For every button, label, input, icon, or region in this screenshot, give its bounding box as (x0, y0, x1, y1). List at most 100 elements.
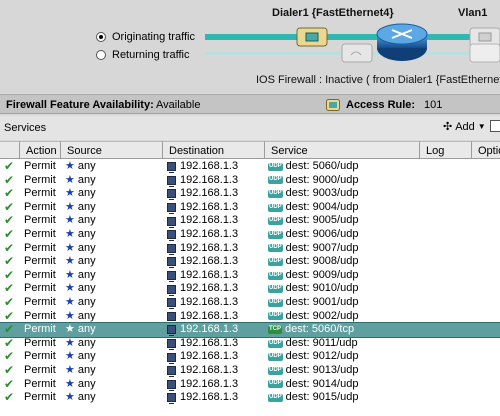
service-text: dest: 5060/tcp (285, 323, 355, 336)
source-cell: ★ any (65, 174, 96, 188)
destination-cell: 192.168.1.3 (167, 214, 238, 228)
service-cell: UDP dest: 9011/udp (268, 337, 358, 351)
star-icon: ★ (65, 241, 75, 254)
table-row[interactable]: ✔ Permit ★ any 192.168.1.3 UDP dest: 9006/udp (0, 227, 500, 242)
source-cell: ★ any (65, 242, 96, 256)
column-header-log[interactable]: Log (420, 141, 472, 159)
pc-icon (167, 366, 176, 378)
check-icon: ✔ (4, 308, 15, 323)
destination-cell: 192.168.1.3 (167, 242, 238, 256)
source-cell: ★ any (65, 282, 96, 296)
originating-flow-line (205, 34, 500, 40)
traffic-diagram: Dialer1 {FastEthernet4} Vlan1 Originatin… (0, 0, 500, 93)
source-text: any (77, 268, 96, 281)
destination-cell: 192.168.1.3 (167, 201, 238, 215)
access-rule-icon (326, 99, 340, 111)
pc-icon (167, 325, 176, 337)
source-cell: ★ any (65, 296, 96, 310)
pc-icon (167, 271, 176, 283)
table-row[interactable]: ✔ Permit ★ any 192.168.1.3 UDP dest: 9005/udp (0, 214, 500, 228)
service-text: dest: 9015/udp (285, 391, 359, 404)
source-text: any (77, 187, 96, 200)
check-icon: ✔ (4, 213, 15, 228)
service-text: dest: 9014/udp (285, 377, 359, 390)
protocol-icon: UDP (268, 298, 283, 307)
service-text: dest: 9013/udp (285, 364, 359, 376)
protocol-icon: UDP (268, 217, 283, 226)
column-header-service[interactable]: Service (265, 141, 420, 159)
star-icon: ★ (65, 377, 75, 390)
destination-text: 192.168.1.3 (180, 296, 239, 308)
protocol-icon: UDP (268, 393, 283, 402)
table-row[interactable]: ✔ Permit ★ any 192.168.1.3 UDP dest: 5060/udp (0, 159, 500, 174)
source-cell: ★ any (65, 201, 96, 215)
table-row[interactable]: ✔ Permit ★ any 192.168.1.3 UDP dest: 9009/udp (0, 268, 500, 283)
table-row[interactable]: ✔ Permit ★ any 192.168.1.3 UDP dest: 9015/udp (0, 391, 500, 405)
firewall-status-text: IOS Firewall : Inactive ( from Dialer1 {… (256, 74, 500, 86)
column-header-status[interactable] (0, 141, 20, 159)
table-row[interactable]: ✔ Permit ★ any 192.168.1.3 UDP dest: 9010/udp (0, 282, 500, 296)
table-row[interactable]: ✔ Permit ★ any 192.168.1.3 UDP dest: 9011/udp (0, 336, 500, 351)
pc-icon (167, 284, 176, 296)
protocol-icon: UDP (268, 162, 283, 171)
protocol-icon: UDP (268, 312, 283, 321)
edit-icon[interactable] (490, 120, 500, 132)
check-icon: ✔ (4, 172, 15, 187)
table-row[interactable]: ✔ Permit ★ any 192.168.1.3 TCP dest: 5060/tcp (0, 322, 500, 338)
destination-cell: 192.168.1.3 (167, 310, 238, 324)
action-cell: Permit (24, 323, 56, 336)
star-icon: ★ (65, 323, 75, 336)
add-button[interactable]: ✣ Add ▼ (443, 120, 486, 134)
service-text: dest: 9009/udp (285, 268, 359, 281)
table-row[interactable]: ✔ Permit ★ any 192.168.1.3 UDP dest: 9002/udp (0, 308, 500, 324)
action-cell: Permit (24, 377, 56, 390)
check-icon: ✔ (4, 390, 15, 405)
service-cell: UDP dest: 9014/udp (268, 378, 358, 392)
table-row[interactable]: ✔ Permit ★ any 192.168.1.3 UDP dest: 9004/udp (0, 200, 500, 215)
acl-chip-icon[interactable] (296, 27, 328, 47)
source-cell: ★ any (65, 187, 96, 201)
star-icon: ★ (65, 214, 75, 227)
star-icon: ★ (65, 391, 75, 404)
column-header-destination[interactable]: Destination (163, 141, 265, 159)
table-row[interactable]: ✔ Permit ★ any 192.168.1.3 UDP dest: 9003/udp (0, 187, 500, 201)
right-acl-chip-icon[interactable] (469, 27, 500, 47)
source-cell: ★ any (65, 350, 96, 364)
service-cell: UDP dest: 9002/udp (268, 310, 358, 324)
action-cell: Permit (24, 228, 56, 240)
table-row[interactable]: ✔ Permit ★ any 192.168.1.3 UDP dest: 9013/udp (0, 363, 500, 378)
protocol-icon: UDP (268, 271, 283, 280)
source-text: any (77, 160, 96, 172)
table-row[interactable]: ✔ Permit ★ any 192.168.1.3 UDP dest: 9012/udp (0, 350, 500, 364)
service-cell: UDP dest: 9001/udp (268, 296, 358, 310)
table-row[interactable]: ✔ Permit ★ any 192.168.1.3 UDP dest: 9001/udp (0, 295, 500, 310)
column-header-option[interactable]: Option (472, 141, 500, 159)
protocol-icon: UDP (268, 366, 283, 375)
pc-icon (167, 162, 176, 174)
source-cell: ★ any (65, 160, 96, 174)
check-icon: ✔ (4, 240, 15, 255)
destination-text: 192.168.1.3 (180, 160, 239, 172)
pc-icon (167, 298, 176, 310)
source-text: any (77, 255, 96, 268)
destination-cell: 192.168.1.3 (167, 269, 238, 283)
pc-icon (167, 311, 176, 323)
protocol-icon: UDP (268, 257, 283, 266)
source-text: any (77, 309, 96, 322)
table-row[interactable]: ✔ Permit ★ any 192.168.1.3 UDP dest: 9008/udp (0, 255, 500, 269)
service-cell: UDP dest: 9007/udp (268, 242, 358, 256)
column-header-source[interactable]: Source (61, 141, 163, 159)
table-row[interactable]: ✔ Permit ★ any 192.168.1.3 UDP dest: 9014/udp (0, 377, 500, 392)
service-text: dest: 9007/udp (285, 241, 359, 254)
source-text: any (77, 200, 96, 213)
column-header-action[interactable]: Action (20, 141, 61, 159)
destination-text: 192.168.1.3 (180, 255, 239, 268)
destination-text: 192.168.1.3 (180, 350, 239, 363)
source-text: any (77, 391, 96, 404)
service-cell: UDP dest: 9010/udp (268, 282, 358, 296)
service-cell: TCP dest: 5060/tcp (268, 323, 354, 337)
table-row[interactable]: ✔ Permit ★ any 192.168.1.3 UDP dest: 9000/udp (0, 172, 500, 188)
source-text: any (77, 336, 96, 349)
destination-text: 192.168.1.3 (180, 391, 239, 404)
table-row[interactable]: ✔ Permit ★ any 192.168.1.3 UDP dest: 9007/udp (0, 240, 500, 256)
